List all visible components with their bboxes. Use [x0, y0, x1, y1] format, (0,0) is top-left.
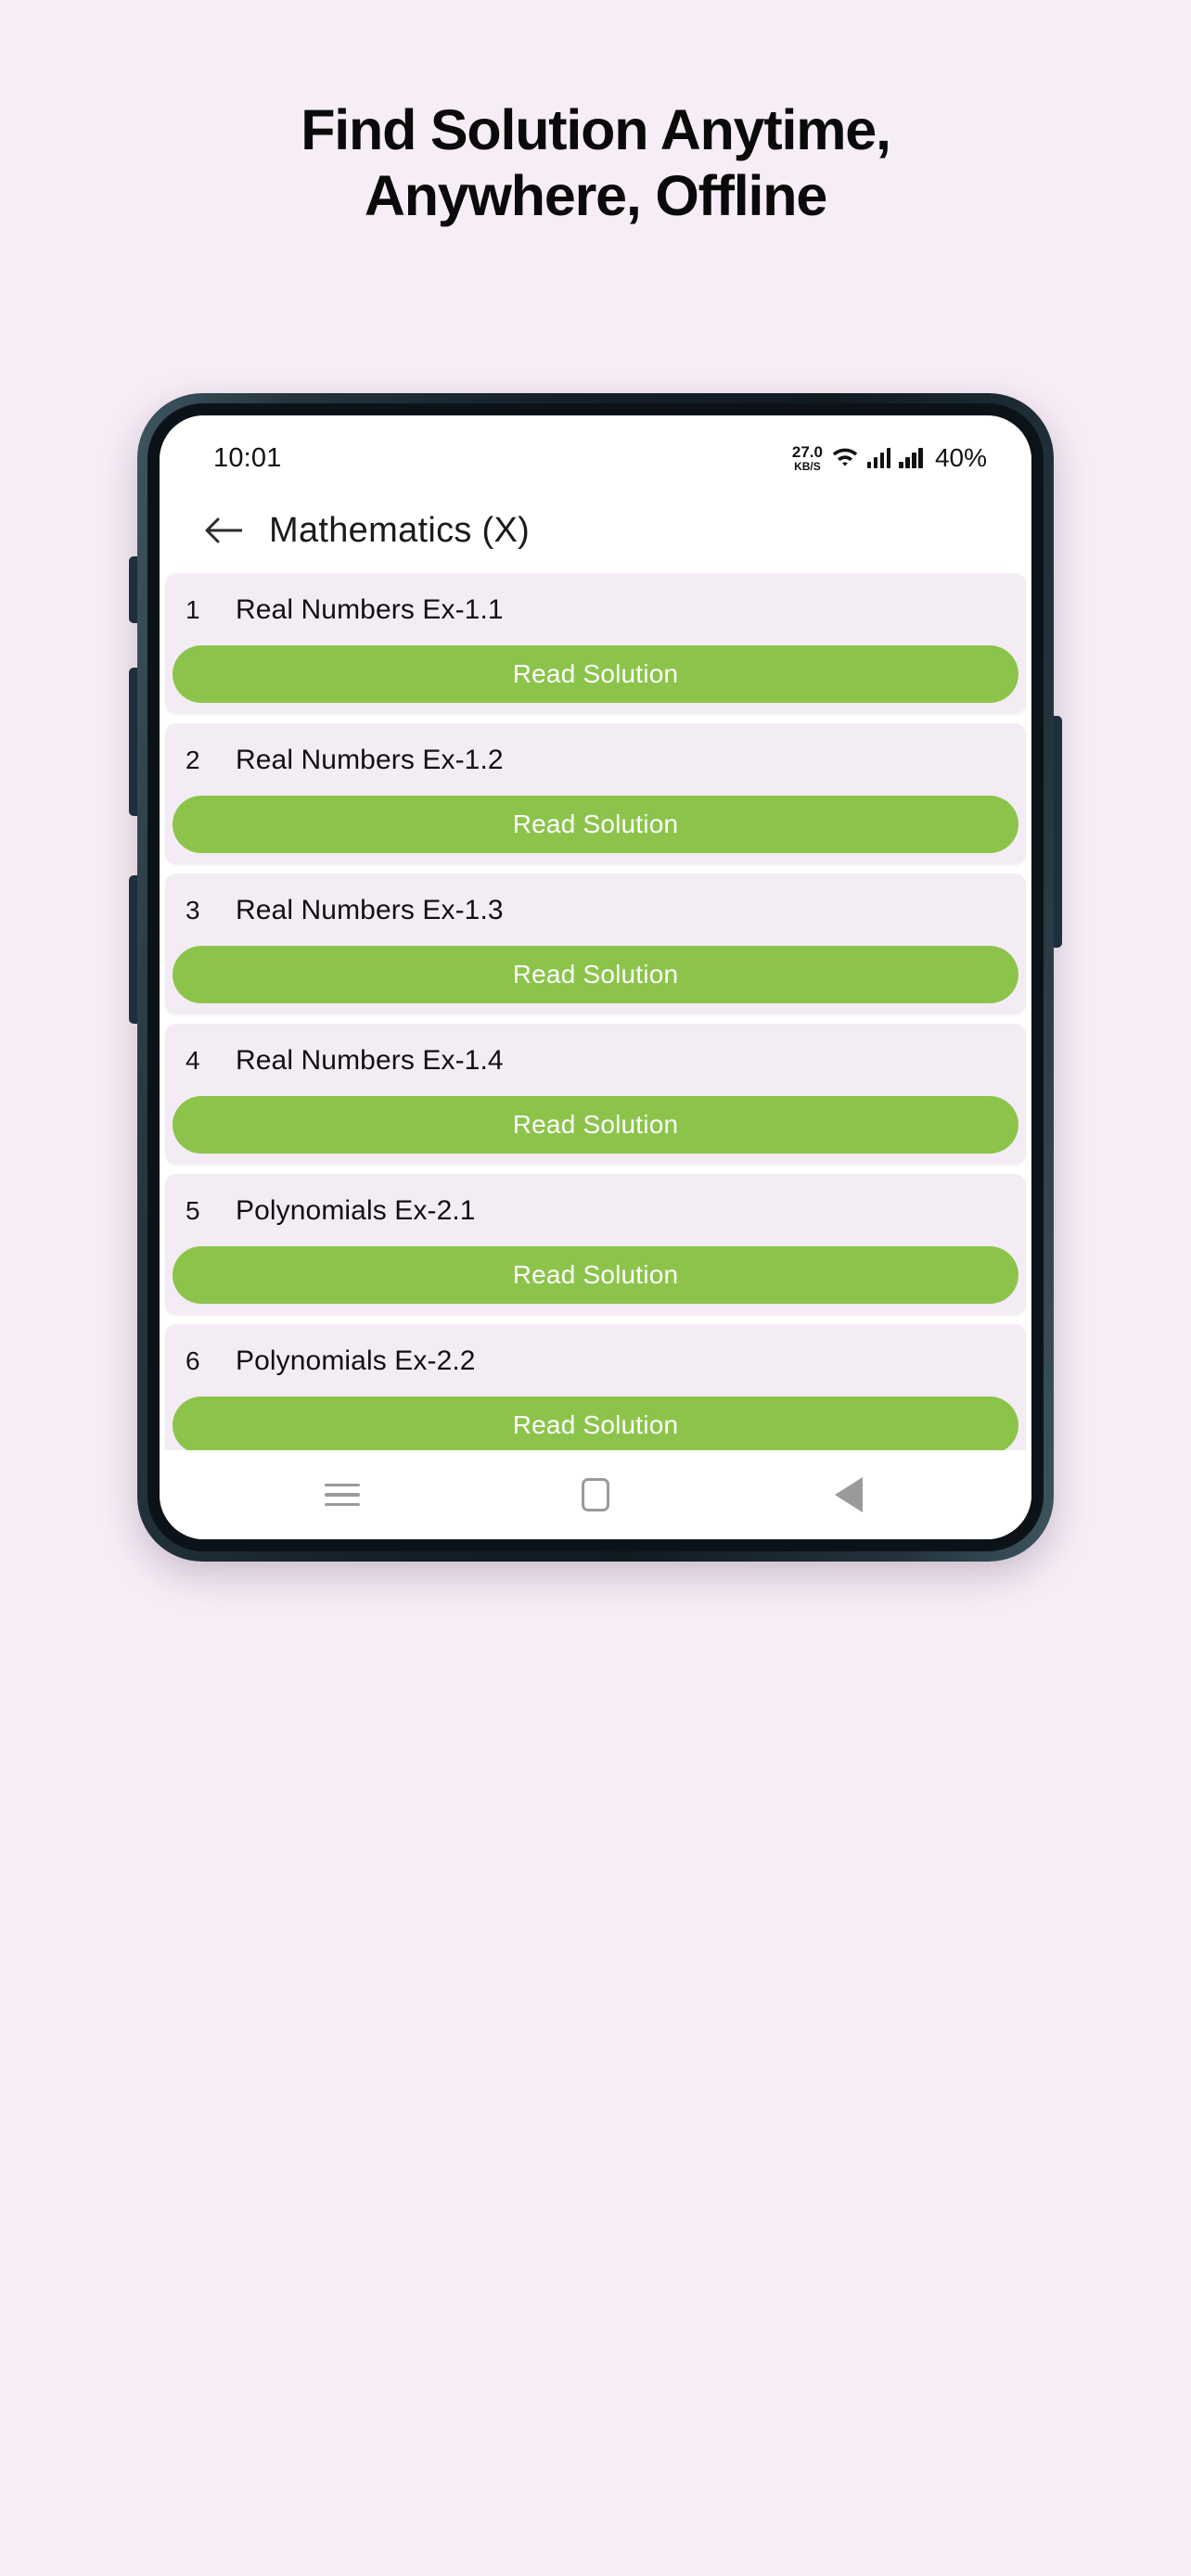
status-indicators: 27.0 KB/S 40%: [792, 443, 987, 473]
back-triangle-icon[interactable]: [816, 1462, 881, 1527]
battery-percentage: 40%: [934, 443, 987, 472]
hamburger-menu-icon[interactable]: [310, 1462, 375, 1527]
phone-frame: 10:01 27.0 KB/S 40% Mathematics (X) 1 Re…: [137, 393, 1054, 1562]
read-solution-button[interactable]: Read Solution: [173, 796, 1018, 853]
page-title: Mathematics (X): [269, 510, 531, 550]
read-solution-button[interactable]: Read Solution: [173, 645, 1018, 703]
exercise-list[interactable]: 1 Real Numbers Ex-1.1 Read Solution 2 Re…: [160, 573, 1031, 1450]
list-item-number: 2: [186, 746, 200, 774]
list-item-header: 1 Real Numbers Ex-1.1: [165, 588, 1026, 632]
list-item[interactable]: 1 Real Numbers Ex-1.1 Read Solution: [165, 573, 1026, 714]
read-solution-button[interactable]: Read Solution: [173, 1096, 1018, 1154]
list-item-header: 5 Polynomials Ex-2.1: [165, 1189, 1026, 1233]
list-item[interactable]: 5 Polynomials Ex-2.1 Read Solution: [165, 1174, 1026, 1315]
list-item-header: 4 Real Numbers Ex-1.4: [165, 1039, 1026, 1083]
signal-bars-icon-1: [866, 448, 891, 468]
promo-heading-line-1: Find Solution Anytime,: [301, 98, 891, 161]
list-item-title: Real Numbers Ex-1.2: [236, 745, 504, 775]
status-bar: 10:01 27.0 KB/S 40%: [160, 415, 1031, 488]
list-item-title: Polynomials Ex-2.1: [236, 1195, 476, 1226]
list-item-title: Real Numbers Ex-1.1: [236, 594, 504, 625]
read-solution-button[interactable]: Read Solution: [173, 946, 1018, 1003]
phone-screen: 10:01 27.0 KB/S 40% Mathematics (X) 1 Re…: [160, 415, 1031, 1539]
android-navigation-bar: [160, 1450, 1031, 1539]
list-item-header: 2 Real Numbers Ex-1.2: [165, 738, 1026, 783]
list-item[interactable]: 4 Real Numbers Ex-1.4 Read Solution: [165, 1024, 1026, 1165]
list-item[interactable]: 6 Polynomials Ex-2.2 Read Solution: [165, 1324, 1026, 1450]
list-item-number: 4: [186, 1046, 200, 1075]
home-square-icon[interactable]: [563, 1462, 628, 1527]
network-speed-indicator: 27.0 KB/S: [792, 444, 823, 472]
arrow-left-icon[interactable]: [200, 506, 249, 555]
list-item-title: Real Numbers Ex-1.4: [236, 1045, 504, 1076]
network-speed-unit: KB/S: [794, 460, 821, 473]
wifi-icon: [831, 445, 859, 472]
signal-bars-icon-2: [899, 448, 923, 468]
phone-bezel: 10:01 27.0 KB/S 40% Mathematics (X) 1 Re…: [147, 403, 1044, 1551]
status-time: 10:01: [213, 442, 282, 473]
list-item-number: 3: [186, 896, 200, 925]
promo-heading-line-2: Anywhere, Offline: [364, 164, 827, 227]
list-item-number: 6: [186, 1346, 200, 1375]
read-solution-button[interactable]: Read Solution: [173, 1396, 1018, 1450]
list-item[interactable]: 3 Real Numbers Ex-1.3 Read Solution: [165, 874, 1026, 1014]
list-item[interactable]: 2 Real Numbers Ex-1.2 Read Solution: [165, 723, 1026, 864]
read-solution-button[interactable]: Read Solution: [173, 1246, 1018, 1304]
list-item-number: 5: [186, 1196, 200, 1225]
list-item-number: 1: [186, 595, 200, 624]
promo-heading: Find Solution Anytime, Anywhere, Offline: [0, 0, 1191, 229]
list-item-header: 6 Polynomials Ex-2.2: [165, 1339, 1026, 1384]
phone-mockup: 10:01 27.0 KB/S 40% Mathematics (X) 1 Re…: [129, 393, 1062, 1562]
list-item-header: 3 Real Numbers Ex-1.3: [165, 888, 1026, 933]
list-item-title: Polynomials Ex-2.2: [236, 1345, 476, 1376]
network-speed-value: 27.0: [791, 443, 823, 461]
list-item-title: Real Numbers Ex-1.3: [236, 895, 504, 925]
app-bar: Mathematics (X): [160, 488, 1031, 573]
